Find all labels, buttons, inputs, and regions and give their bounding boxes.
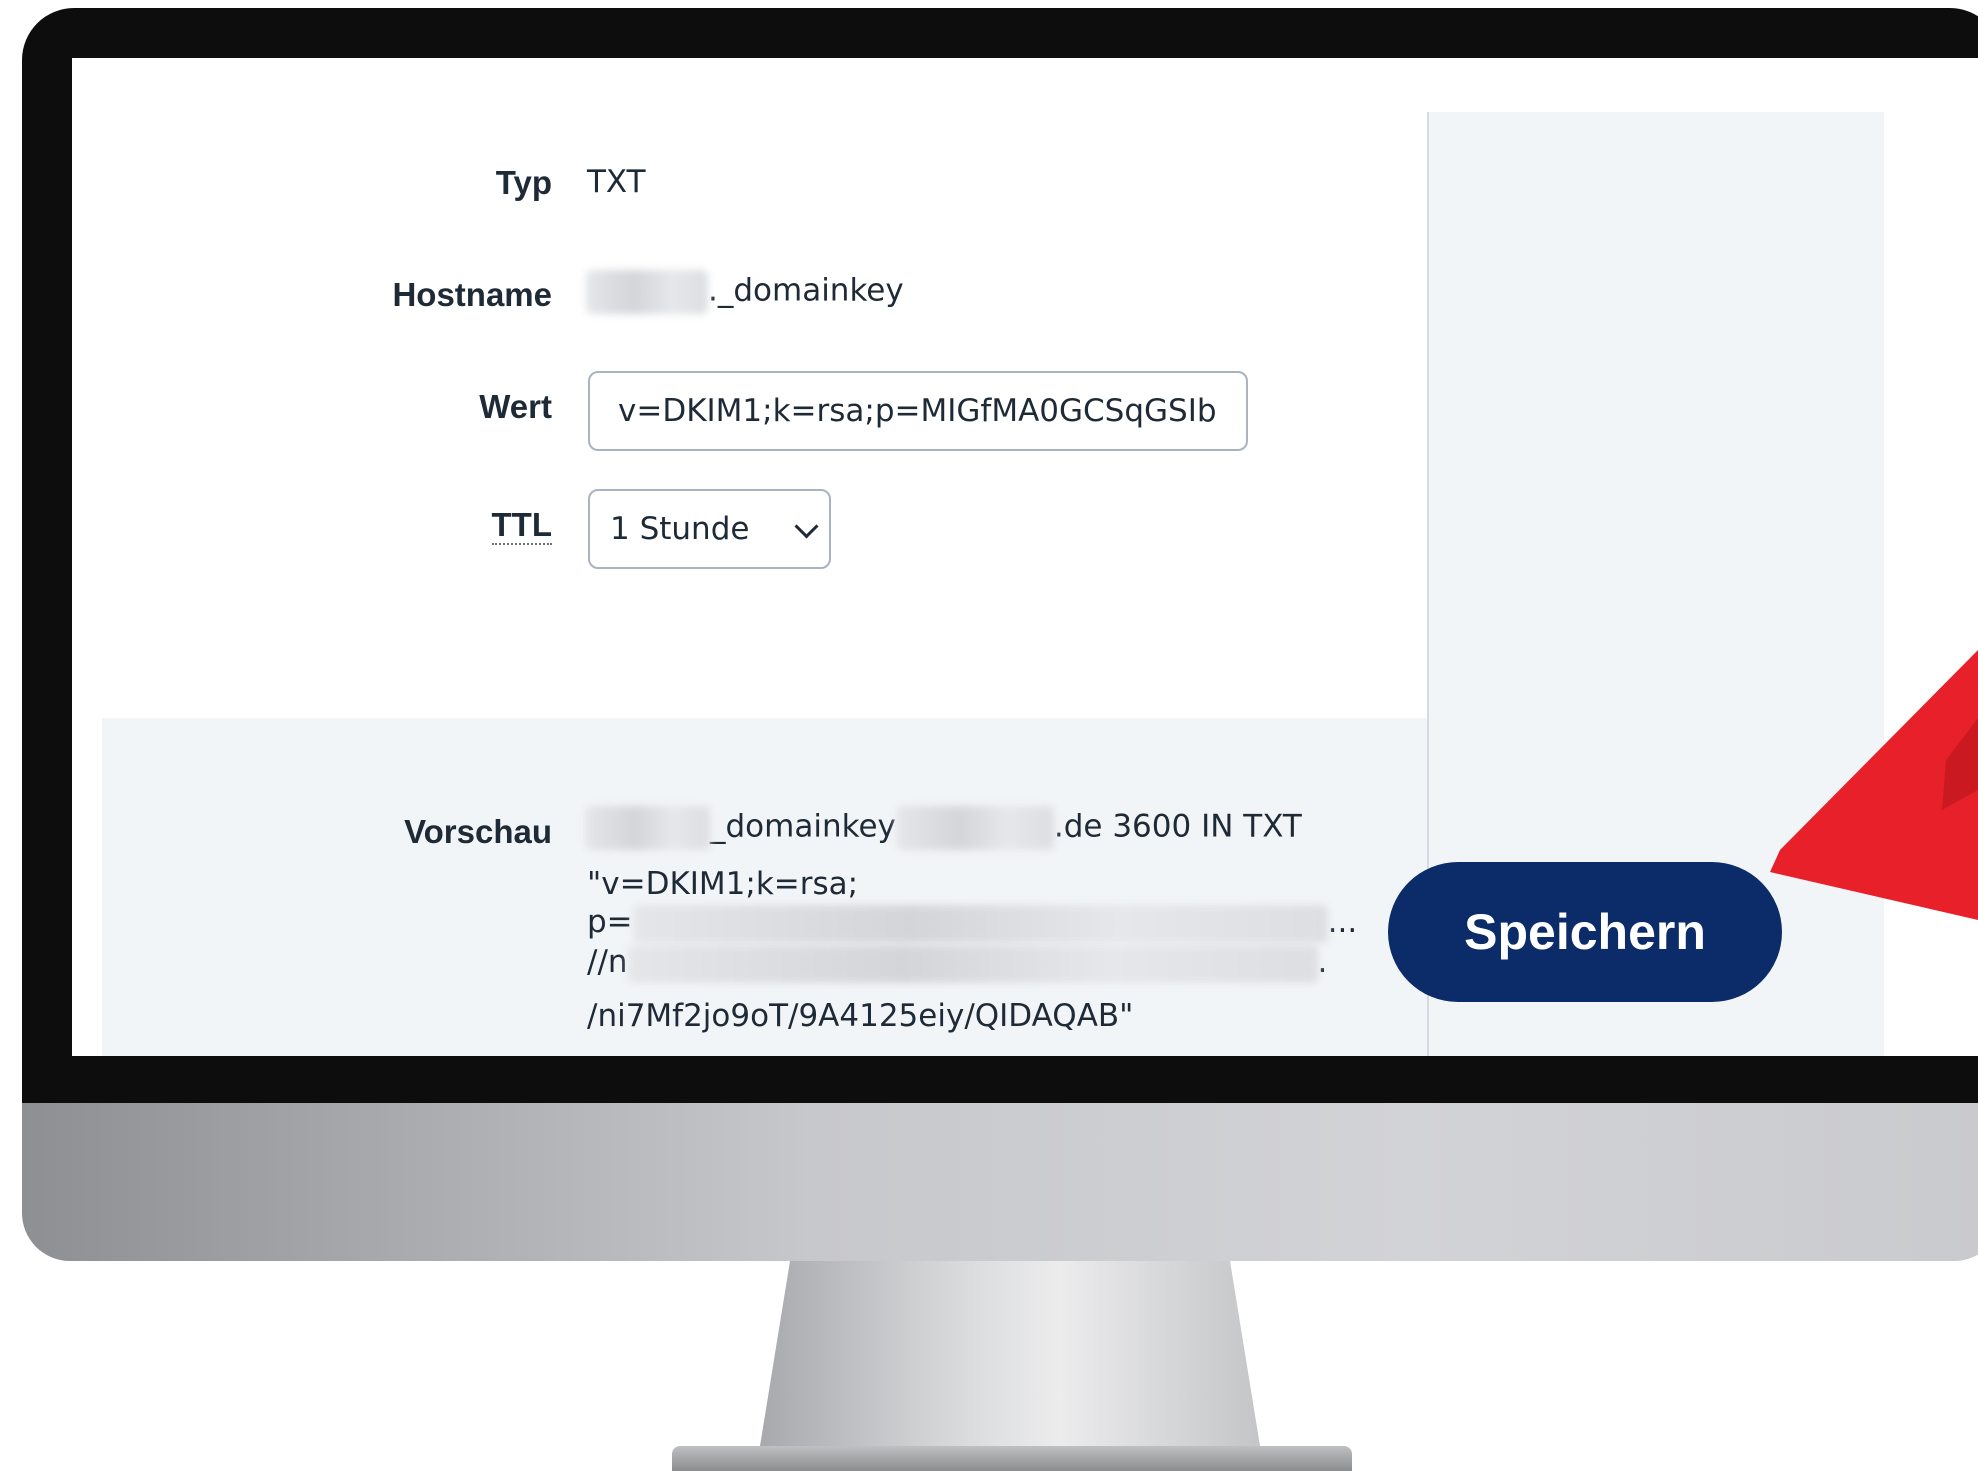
preview-redacted-1 xyxy=(585,806,710,850)
preview-line-4: //n. xyxy=(587,944,1327,983)
hostname-suffix: ._domainkey xyxy=(708,272,904,309)
preview-line3-suffix: ... xyxy=(1327,904,1358,940)
preview-line1-part1: _domainkey xyxy=(710,808,896,845)
monitor-base xyxy=(672,1446,1352,1471)
preview-label: Vorschau xyxy=(404,813,552,850)
preview-line-5: /ni7Mf2jo9oT/9A4125eiy/QIDAQAB" xyxy=(587,998,1134,1034)
type-label: Typ xyxy=(495,164,552,201)
hostname-label: Hostname xyxy=(392,276,552,313)
ttl-label: TTL xyxy=(491,506,552,545)
save-button[interactable]: Speichern xyxy=(1388,862,1782,1002)
value-label: Wert xyxy=(479,388,552,425)
value-input[interactable] xyxy=(588,371,1248,451)
ttl-selected-value: 1 Stunde xyxy=(610,511,750,547)
ttl-label-wrap: TTL xyxy=(152,506,552,545)
chevron-down-icon xyxy=(794,514,819,539)
monitor-chin xyxy=(22,1103,1978,1261)
preview-line-2: "v=DKIM1;k=rsa; xyxy=(587,866,859,902)
hostname-value: ._domainkey xyxy=(586,270,904,314)
monitor-stand xyxy=(760,1261,1260,1446)
preview-redacted-2 xyxy=(895,806,1054,850)
ttl-select[interactable]: 1 Stunde xyxy=(588,489,831,569)
preview-line4-suffix: . xyxy=(1317,944,1328,980)
preview-line4-prefix: //n xyxy=(587,944,628,980)
preview-line-3: p=... xyxy=(587,904,1357,943)
preview-redacted-3 xyxy=(632,904,1328,943)
preview-line3-prefix: p= xyxy=(587,904,633,940)
preview-redacted-4 xyxy=(627,944,1318,983)
hostname-redacted xyxy=(586,270,708,314)
preview-line-1: _domainkey .de 3600 IN TXT xyxy=(585,806,1302,850)
type-value: TXT xyxy=(587,164,646,200)
red-arrow-icon xyxy=(1770,650,1978,920)
preview-line1-part2: .de 3600 IN TXT xyxy=(1053,808,1302,845)
